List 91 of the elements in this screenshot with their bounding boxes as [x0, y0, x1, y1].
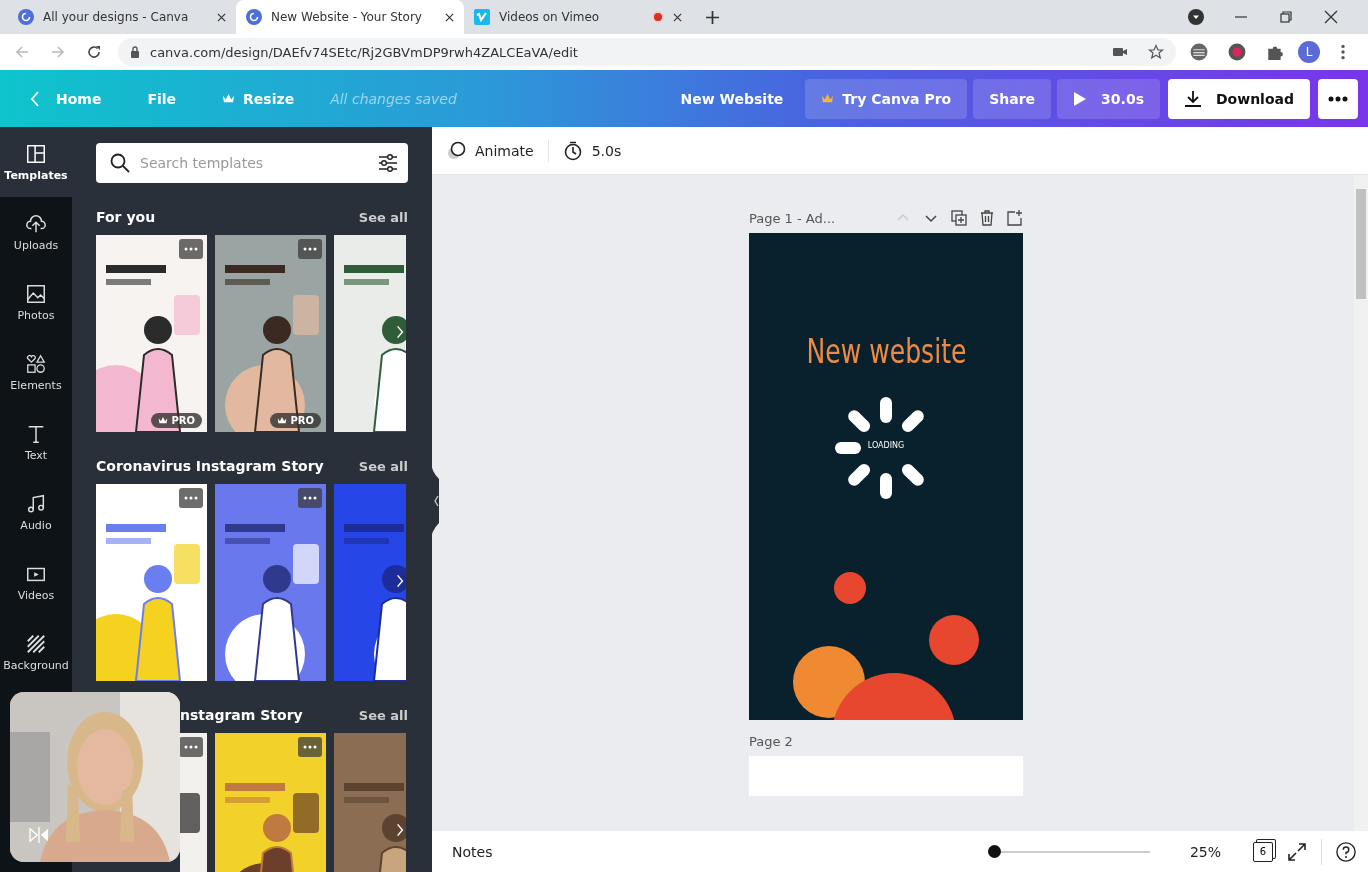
new-tab-icon[interactable] — [706, 10, 719, 24]
sidebar-item[interactable]: Photos — [0, 267, 72, 337]
sidebar-item[interactable]: Templates — [0, 127, 72, 197]
profile-avatar[interactable]: L — [1298, 41, 1320, 63]
duration-button[interactable]: 5.0s — [560, 136, 624, 165]
see-all-link[interactable]: See all — [358, 458, 408, 474]
tab-title: New Website - Your Story — [271, 10, 423, 24]
duplicate-icon[interactable] — [951, 210, 967, 226]
design-headline: New website — [806, 331, 966, 371]
stripes-icon — [25, 632, 47, 655]
canva-logo-icon — [246, 9, 262, 25]
search-field[interactable]: Search templates — [96, 143, 408, 183]
tab-title: Videos on Vimeo — [499, 10, 601, 24]
zoom-reading: 25% — [1189, 843, 1221, 860]
close-icon[interactable] — [673, 12, 682, 22]
page-label: Page 1 - Ad... — [749, 210, 836, 226]
more-button[interactable] — [298, 737, 322, 757]
vimeo-logo-icon — [474, 9, 490, 25]
ellipsis-icon — [303, 247, 317, 251]
loading-text: LOADING — [866, 441, 906, 450]
help-icon[interactable] — [1336, 841, 1356, 862]
play-button[interactable]: 30.0s — [1057, 78, 1160, 119]
chevron-left-icon — [30, 90, 40, 107]
download-icon — [1183, 89, 1202, 108]
lock-icon — [130, 46, 140, 58]
close-icon[interactable] — [445, 12, 454, 22]
crown-icon — [158, 416, 169, 425]
close-icon[interactable] — [1323, 9, 1339, 25]
upload-cloud-icon — [25, 212, 47, 235]
design-title[interactable]: New Website — [680, 90, 784, 107]
scrollbar-thumb[interactable] — [1356, 189, 1366, 299]
star-icon[interactable] — [1148, 44, 1164, 60]
badge-text: PRO — [171, 415, 195, 426]
see-all-link[interactable]: See all — [358, 707, 408, 723]
page-count-button[interactable]: 6 — [1253, 841, 1273, 862]
browser-tab[interactable]: Videos on Vimeo — [464, 0, 692, 34]
music-note-icon — [25, 492, 47, 515]
crown-icon — [222, 93, 236, 104]
browser-tab[interactable]: All your designs - Canva — [8, 0, 236, 34]
crown-icon — [277, 416, 288, 425]
save-status: All changes saved — [330, 90, 457, 107]
browser-tab[interactable]: New Website - Your Story — [236, 0, 464, 34]
design-page[interactable]: New website LOADING — [749, 233, 1023, 720]
ellipsis-icon — [1328, 95, 1348, 102]
section-title: For you — [96, 209, 156, 225]
sidebar-item[interactable]: Audio — [0, 477, 72, 547]
templates-icon — [25, 142, 47, 165]
fullscreen-icon[interactable] — [1287, 841, 1307, 862]
restore-icon[interactable] — [1278, 9, 1294, 25]
ellipsis-icon — [184, 496, 198, 500]
sidebar-item[interactable]: Uploads — [0, 197, 72, 267]
zoom-slider-thumb[interactable] — [987, 845, 1001, 858]
notes-button[interactable]: Notes — [452, 843, 493, 860]
sidebar-item[interactable]: Videos — [0, 547, 72, 617]
page-label: Page 2 — [749, 733, 793, 749]
trash-icon[interactable] — [979, 210, 995, 226]
sidebar-item[interactable]: Background — [0, 617, 72, 687]
close-icon[interactable] — [217, 12, 226, 22]
badge-text: PRO — [290, 415, 314, 426]
add-page-icon[interactable] — [1007, 210, 1023, 226]
sidebar-item[interactable]: Elements — [0, 337, 72, 407]
section-title: nstagram Story — [179, 707, 303, 723]
try-pro-button[interactable]: Try Canva Pro — [805, 78, 968, 119]
ellipsis-icon — [184, 745, 198, 749]
ellipsis-icon — [303, 496, 317, 500]
address-bar[interactable]: canva.com/design/DAEfv74SEtc/Rj2GBVmDP9rwh4ZALCEaVA/edit — [118, 38, 1176, 66]
filter-icon[interactable] — [378, 153, 398, 173]
play-icon — [1073, 90, 1088, 107]
ellipsis-icon — [303, 745, 317, 749]
shapes-icon — [25, 352, 47, 375]
see-all-link[interactable]: See all — [358, 209, 408, 225]
circles-icon — [446, 140, 466, 161]
section-title: Coronavirus Instagram Story — [96, 458, 324, 474]
sidebar-item[interactable]: Text — [0, 407, 72, 477]
url-text: canva.com/design/DAEfv74SEtc/Rj2GBVmDP9rwh4ZALCEaVA/edit — [150, 44, 578, 60]
record-extension-icon[interactable] — [1228, 43, 1246, 61]
reload-icon[interactable] — [86, 44, 102, 60]
animate-button[interactable]: Animate — [444, 136, 536, 165]
tab-title: All your designs - Canva — [43, 10, 190, 24]
more-button[interactable] — [1318, 78, 1358, 119]
share-button[interactable]: Share — [973, 78, 1052, 119]
canva-logo-icon — [18, 9, 34, 25]
stopwatch-icon — [562, 140, 583, 161]
extension-icon[interactable] — [1190, 43, 1208, 61]
tab-search-icon[interactable] — [1188, 9, 1204, 25]
download-button[interactable]: Download — [1167, 78, 1310, 119]
ellipsis-icon — [184, 247, 198, 251]
more-button[interactable] — [298, 488, 322, 508]
crown-icon — [821, 93, 835, 104]
more-button[interactable] — [298, 239, 322, 259]
image-icon — [25, 282, 47, 305]
